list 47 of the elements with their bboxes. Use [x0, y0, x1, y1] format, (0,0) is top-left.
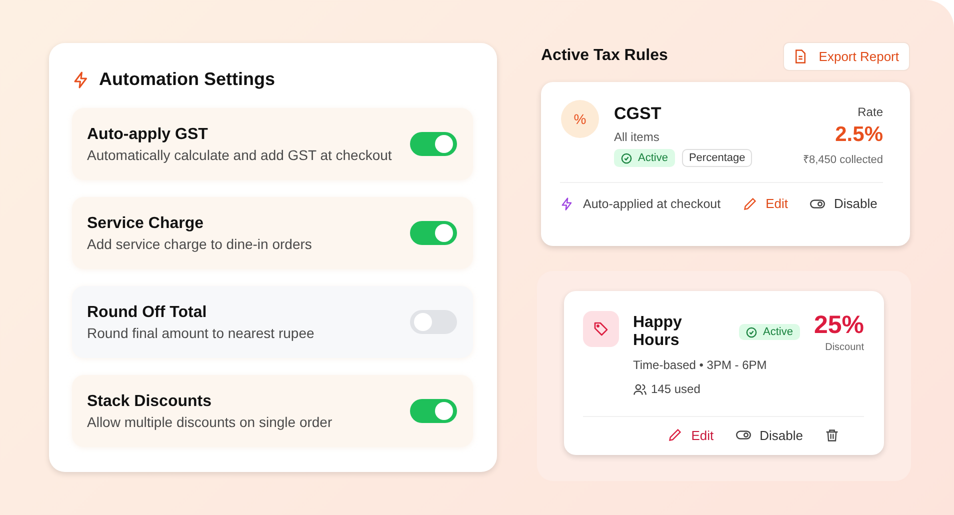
users-icon — [633, 382, 647, 396]
lightning-icon — [560, 196, 574, 210]
pencil-icon — [668, 428, 682, 442]
lightning-icon — [72, 70, 90, 88]
tag-icon — [583, 311, 619, 347]
disable-button[interactable]: Disable — [736, 428, 803, 442]
rule-scope: All items — [614, 130, 660, 144]
percent-icon: % — [561, 100, 599, 138]
check-circle-icon — [621, 152, 632, 164]
pencil-icon — [742, 196, 757, 210]
disable-button[interactable]: Disable — [810, 196, 878, 211]
toggle-switch[interactable] — [410, 221, 457, 245]
discount-label: Discount — [824, 342, 864, 353]
setting-description: Add service charge to dine-in orders — [87, 236, 312, 252]
status-badge: Active — [738, 324, 800, 340]
delete-button[interactable] — [825, 428, 839, 442]
setting-title: Auto-apply GST — [87, 126, 209, 144]
toggle-icon — [736, 429, 751, 441]
toggle-switch[interactable] — [410, 310, 457, 334]
usage-count: 145 used — [651, 382, 700, 396]
rule-name: CGST — [614, 104, 662, 124]
edit-button[interactable]: Edit — [668, 428, 714, 442]
setting-description: Allow multiple discounts on single order — [87, 414, 332, 430]
setting-title: Service Charge — [87, 214, 205, 232]
discount-schedule: Time-based • 3PM - 6PM — [633, 358, 768, 372]
check-circle-icon — [746, 326, 757, 338]
type-tag: Percentage — [682, 149, 752, 167]
toggle-icon — [810, 198, 825, 210]
rate-label: Rate — [856, 105, 883, 119]
trash-icon — [825, 428, 839, 442]
setting-description: Automatically calculate and add GST at checkout — [87, 146, 392, 162]
section-title: Active Tax Rules — [541, 47, 668, 65]
card-title: Automation Settings — [99, 69, 275, 90]
collected-amount: ₹8,450 collected — [803, 153, 883, 166]
toggle-switch[interactable] — [410, 132, 457, 156]
edit-button[interactable]: Edit — [742, 196, 788, 211]
export-report-button[interactable]: Export Report — [782, 42, 910, 70]
setting-title: Stack Discounts — [87, 392, 212, 410]
toggle-switch[interactable] — [410, 399, 457, 423]
rate-value: 2.5% — [834, 123, 883, 147]
status-badge: Active — [614, 149, 675, 167]
auto-apply-note: Auto-applied at checkout — [583, 196, 721, 210]
setting-description: Round final amount to nearest rupee — [87, 324, 314, 340]
document-icon — [794, 48, 807, 64]
discount-value: 25% — [814, 311, 864, 340]
setting-title: Round Off Total — [87, 304, 208, 322]
discount-name: Happy Hours — [633, 314, 683, 350]
